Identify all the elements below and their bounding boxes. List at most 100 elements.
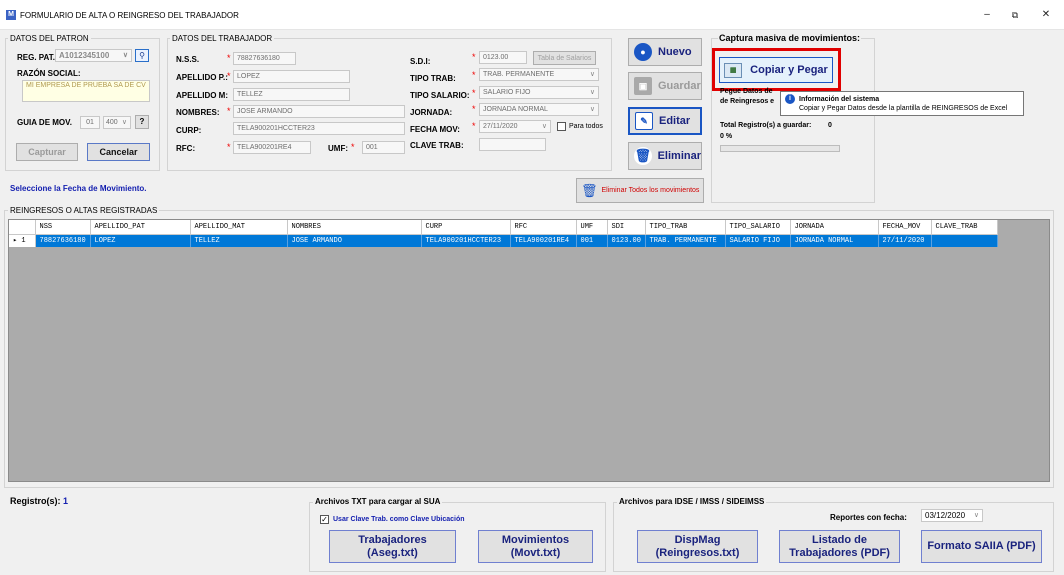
editar-button[interactable]: ✎ Editar [628,107,702,135]
required-icon: * [472,104,476,114]
close-icon[interactable]: ✕ [1036,8,1056,22]
row-index[interactable]: ▸ 1 [9,234,36,247]
records-table: NSS APELLIDO_PAT APELLIDO_MAT NOMBRES CURP RF… [9,220,998,247]
grid-header-row: NSS APELLIDO_PAT APELLIDO_MAT NOMBRES CURP RF… [9,220,998,235]
apellido-p-field[interactable]: LOPEZ [233,70,350,83]
row-header-corner [9,220,36,235]
table-row[interactable]: ▸ 1 78827636180 LOPEZ TELLEZ JOSE ARMANDO TEL… [9,234,998,247]
curp-field[interactable]: TELA900201HCCTER23 [233,122,405,135]
table-cell[interactable]: 78827636180 [35,234,91,247]
records-grid[interactable]: NSS APELLIDO_PAT APELLIDO_MAT NOMBRES CURP RF… [8,219,1050,482]
sdi-field[interactable]: 0123.00 [479,51,527,64]
table-cell[interactable]: SALARIO FIJO [725,234,791,247]
column-header[interactable]: CURP [421,220,511,235]
table-cell[interactable] [931,234,998,247]
rfc-field[interactable]: TELA900201RE4 [233,141,311,154]
table-cell[interactable]: JORNADA NORMAL [790,234,879,247]
umf-field[interactable]: 001 [362,141,405,154]
dispmag-button[interactable]: DispMag (Reingresos.txt) [637,530,758,563]
hint-text: Seleccione la Fecha de Movimiento. [10,184,147,193]
movimientos-txt-button[interactable]: Movimientos (Movt.txt) [478,530,593,563]
usar-clave-checkbox[interactable]: ✓ [320,515,329,524]
table-cell[interactable]: 001 [576,234,608,247]
trabajador-group-label: DATOS DEL TRABAJADOR [170,34,275,43]
column-header[interactable]: NOMBRES [287,220,422,235]
guia-field-1[interactable]: 01 [80,116,100,129]
required-icon: * [472,52,476,62]
tabla-salarios-button[interactable]: Tabla de Salarios [533,51,596,65]
reportes-fecha-picker[interactable]: 03/12/2020 [921,509,983,522]
column-header[interactable]: NSS [35,220,91,235]
trash-icon: 🗑 [634,147,652,165]
column-header[interactable]: CLAVE_TRAB [931,220,998,235]
table-cell[interactable]: TELLEZ [190,234,288,247]
table-cell[interactable]: TRAB. PERMANENTE [645,234,726,247]
formato-saiia-button[interactable]: Formato SAIIA (PDF) [921,530,1042,563]
reg-pat-select[interactable]: A1012345100 [55,49,132,62]
column-header[interactable]: RFC [510,220,577,235]
guardar-button[interactable]: ▣ Guardar [628,72,702,100]
dispmag-l2: (Reingresos.txt) [655,546,740,559]
nss-field[interactable]: 78827636180 [233,52,296,65]
column-header[interactable]: APELLIDO_MAT [190,220,288,235]
required-icon: * [227,142,231,152]
column-header[interactable]: JORNADA [790,220,879,235]
nuevo-label: Nuevo [658,46,692,58]
apellido-m-field[interactable]: TELLEZ [233,88,350,101]
curp-label: CURP: [176,126,202,135]
copiar-pegar-label: Copiar y Pegar [750,64,828,76]
restore-icon[interactable]: ⧉ [1005,8,1025,22]
trash-icon: 🗑 [581,182,598,198]
grid-label: REINGRESOS O ALTAS REGISTRADAS [8,206,160,215]
rfc-label: RFC: [176,144,196,153]
nombres-label: NOMBRES: [176,108,220,117]
table-cell[interactable]: 27/11/2020 [878,234,932,247]
tooltip-body: Copiar y Pegar Datos desde la plantilla … [799,105,1008,112]
movimientos-l2: (Movt.txt) [510,546,561,559]
minimize-icon[interactable]: – [977,8,997,22]
trabajadores-l1: Trabajadores [358,533,427,546]
editar-label: Editar [659,115,691,127]
razon-social-field[interactable]: MI EMPRESA DE PRUEBA SA DE CV [22,80,150,102]
pegue-line2: de Reingresos e [720,98,775,105]
search-icon[interactable]: ⚲ [135,49,149,62]
column-header[interactable]: UMF [576,220,608,235]
umf-label: UMF: [328,144,348,153]
column-header[interactable]: APELLIDO_PAT [90,220,191,235]
table-cell[interactable]: JOSE ARMANDO [287,234,422,247]
copiar-pegar-button[interactable]: ▦ Copiar y Pegar [719,57,833,83]
para-todos-checkbox[interactable] [557,122,566,131]
table-cell[interactable]: LOPEZ [90,234,191,247]
dispmag-l1: DispMag [674,533,721,546]
nombres-field[interactable]: JOSE ARMANDO [233,105,405,118]
clave-trab-field[interactable] [479,138,546,151]
column-header[interactable]: TIPO_TRAB [645,220,726,235]
required-icon: * [227,53,231,63]
listado-button[interactable]: Listado de Trabajadores (PDF) [779,530,900,563]
eliminar-button[interactable]: 🗑 Eliminar [628,142,702,170]
progress-bar [720,145,840,152]
nuevo-button[interactable]: ● Nuevo [628,38,702,66]
cancelar-button[interactable]: Cancelar [87,143,150,161]
table-cell[interactable]: TELA900201HCCTER23 [421,234,511,247]
eliminar-todos-button[interactable]: 🗑 Eliminar Todos los movimientos [576,178,704,203]
guardar-label: Guardar [658,80,701,92]
tipo-salario-select[interactable]: SALARIO FIJO [479,86,599,99]
column-header[interactable]: TIPO_SALARIO [725,220,791,235]
trabajadores-txt-button[interactable]: Trabajadores (Aseg.txt) [329,530,456,563]
help-button[interactable]: ? [135,115,149,129]
tipo-trab-select[interactable]: TRAB. PERMANENTE [479,68,599,81]
jornada-select[interactable]: JORNADA NORMAL [479,103,599,116]
fecha-mov-picker[interactable]: 27/11/2020 [479,120,551,133]
table-cell[interactable]: 0123.00 [607,234,646,247]
guia-select-2[interactable]: 400 [103,116,131,129]
idse-group-label: Archivos para IDSE / IMSS / SIDEIMSS [617,497,767,506]
razon-social-label: RAZÓN SOCIAL: [17,69,81,78]
registros-value: 1 [63,496,69,506]
table-cell[interactable]: TELA900201RE4 [510,234,577,247]
jornada-label: JORNADA: [410,108,453,117]
txt-group-label: Archivos TXT para cargar al SUA [313,497,443,506]
column-header[interactable]: FECHA_MOV [878,220,932,235]
capturar-button[interactable]: Capturar [16,143,78,161]
column-header[interactable]: SDI [607,220,646,235]
